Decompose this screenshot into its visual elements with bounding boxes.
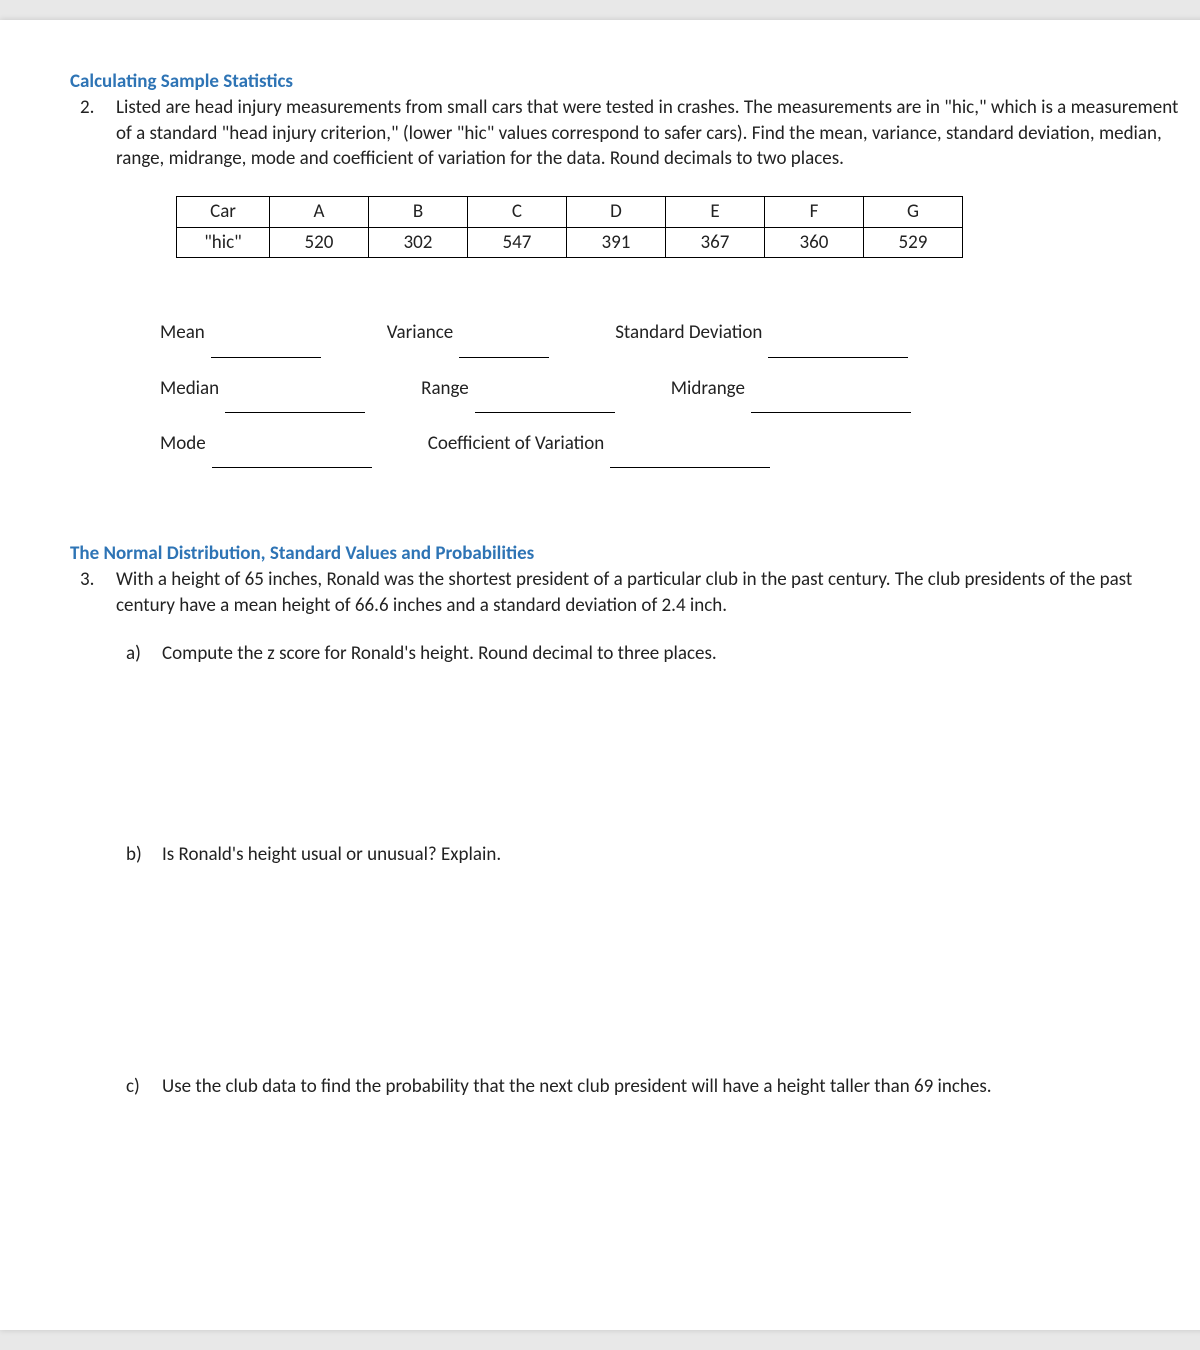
blank-cv[interactable] bbox=[610, 446, 770, 468]
document-page: Calculating Sample Statistics 2. Listed … bbox=[0, 20, 1200, 1330]
cell: 520 bbox=[270, 227, 369, 258]
stats-answer-area: Mean Variance Standard Deviation Median … bbox=[160, 308, 1190, 468]
cell: "hic" bbox=[177, 227, 270, 258]
cell: 391 bbox=[567, 227, 666, 258]
question-2: 2. Listed are head injury measurements f… bbox=[70, 95, 1190, 468]
label-median: Median bbox=[160, 364, 219, 413]
blank-median[interactable] bbox=[225, 391, 365, 413]
q3-part-c: c) Use the club data to find the probabi… bbox=[116, 1074, 1190, 1100]
part-b-letter: b) bbox=[126, 842, 142, 868]
q3-text: With a height of 65 inches, Ronald was t… bbox=[116, 568, 1132, 617]
cell: A bbox=[270, 196, 369, 227]
part-c-letter: c) bbox=[126, 1074, 140, 1100]
table-row: "hic" 520 302 547 391 367 360 529 bbox=[177, 227, 963, 258]
question-3: 3. With a height of 65 inches, Ronald wa… bbox=[70, 567, 1190, 1099]
q2-text: Listed are head injury measurements from… bbox=[116, 96, 1178, 170]
label-mean: Mean bbox=[160, 308, 205, 357]
cell: Car bbox=[177, 196, 270, 227]
q3-part-a: a) Compute the z score for Ronald's heig… bbox=[116, 641, 1190, 667]
blank-mode[interactable] bbox=[212, 446, 372, 468]
cell: F bbox=[765, 196, 864, 227]
cell: 360 bbox=[765, 227, 864, 258]
label-cv: Coefficient of Variation bbox=[428, 419, 605, 468]
part-a-letter: a) bbox=[126, 641, 141, 667]
blank-midrange[interactable] bbox=[751, 391, 911, 413]
data-table: Car A B C D E F G "hic" 520 302 547 391 … bbox=[176, 196, 963, 258]
q2-number: 2. bbox=[80, 95, 94, 121]
section1-title: Calculating Sample Statistics bbox=[70, 70, 1190, 93]
label-variance: Variance bbox=[387, 308, 453, 357]
cell: G bbox=[864, 196, 963, 227]
cell: 547 bbox=[468, 227, 567, 258]
cell: 367 bbox=[666, 227, 765, 258]
label-stddev: Standard Deviation bbox=[615, 308, 762, 357]
cell: B bbox=[369, 196, 468, 227]
label-range: Range bbox=[421, 364, 469, 413]
cell: 302 bbox=[369, 227, 468, 258]
cell: D bbox=[567, 196, 666, 227]
cell: E bbox=[666, 196, 765, 227]
part-b-text: Is Ronald's height usual or unusual? Exp… bbox=[162, 843, 501, 866]
table-row: Car A B C D E F G bbox=[177, 196, 963, 227]
part-a-text: Compute the z score for Ronald's height.… bbox=[162, 642, 717, 665]
cell: C bbox=[468, 196, 567, 227]
q3-part-b: b) Is Ronald's height usual or unusual? … bbox=[116, 842, 1190, 868]
blank-stddev[interactable] bbox=[768, 336, 908, 358]
blank-mean[interactable] bbox=[211, 336, 321, 358]
cell: 529 bbox=[864, 227, 963, 258]
part-c-text: Use the club data to find the probabilit… bbox=[162, 1075, 992, 1098]
blank-range[interactable] bbox=[475, 391, 615, 413]
q3-number: 3. bbox=[80, 567, 94, 593]
blank-variance[interactable] bbox=[459, 336, 549, 358]
label-mode: Mode bbox=[160, 419, 206, 468]
label-midrange: Midrange bbox=[671, 364, 745, 413]
section2-title: The Normal Distribution, Standard Values… bbox=[70, 542, 1190, 565]
